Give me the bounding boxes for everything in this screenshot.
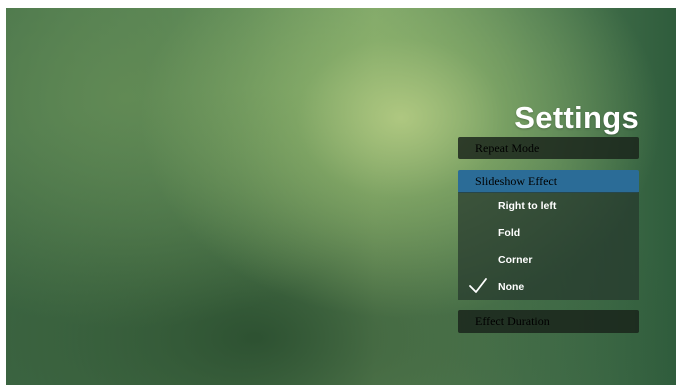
slideshow-screen: Settings Repeat Mode Slideshow Effect Ri…: [6, 8, 676, 385]
option-none[interactable]: None: [458, 273, 639, 300]
repeat-mode-item[interactable]: Repeat Mode: [458, 137, 639, 159]
option-right-to-left[interactable]: Right to left: [458, 192, 639, 219]
option-fold[interactable]: Fold: [458, 219, 639, 246]
option-corner[interactable]: Corner: [458, 246, 639, 273]
option-label: Fold: [498, 226, 521, 239]
slideshow-effect-label: Slideshow Effect: [475, 174, 558, 188]
settings-title: Settings: [514, 100, 639, 135]
option-label: Right to left: [498, 199, 557, 212]
repeat-mode-label: Repeat Mode: [475, 140, 540, 155]
slideshow-effect-item[interactable]: Slideshow Effect: [458, 170, 639, 193]
option-label: None: [498, 280, 525, 293]
checkmark-icon: [469, 278, 487, 293]
effect-duration-item[interactable]: Effect Duration: [458, 310, 639, 333]
slideshow-effect-options: Right to left Fold Corner None: [458, 192, 639, 300]
effect-duration-label: Effect Duration: [475, 314, 550, 328]
option-label: Corner: [498, 253, 533, 266]
